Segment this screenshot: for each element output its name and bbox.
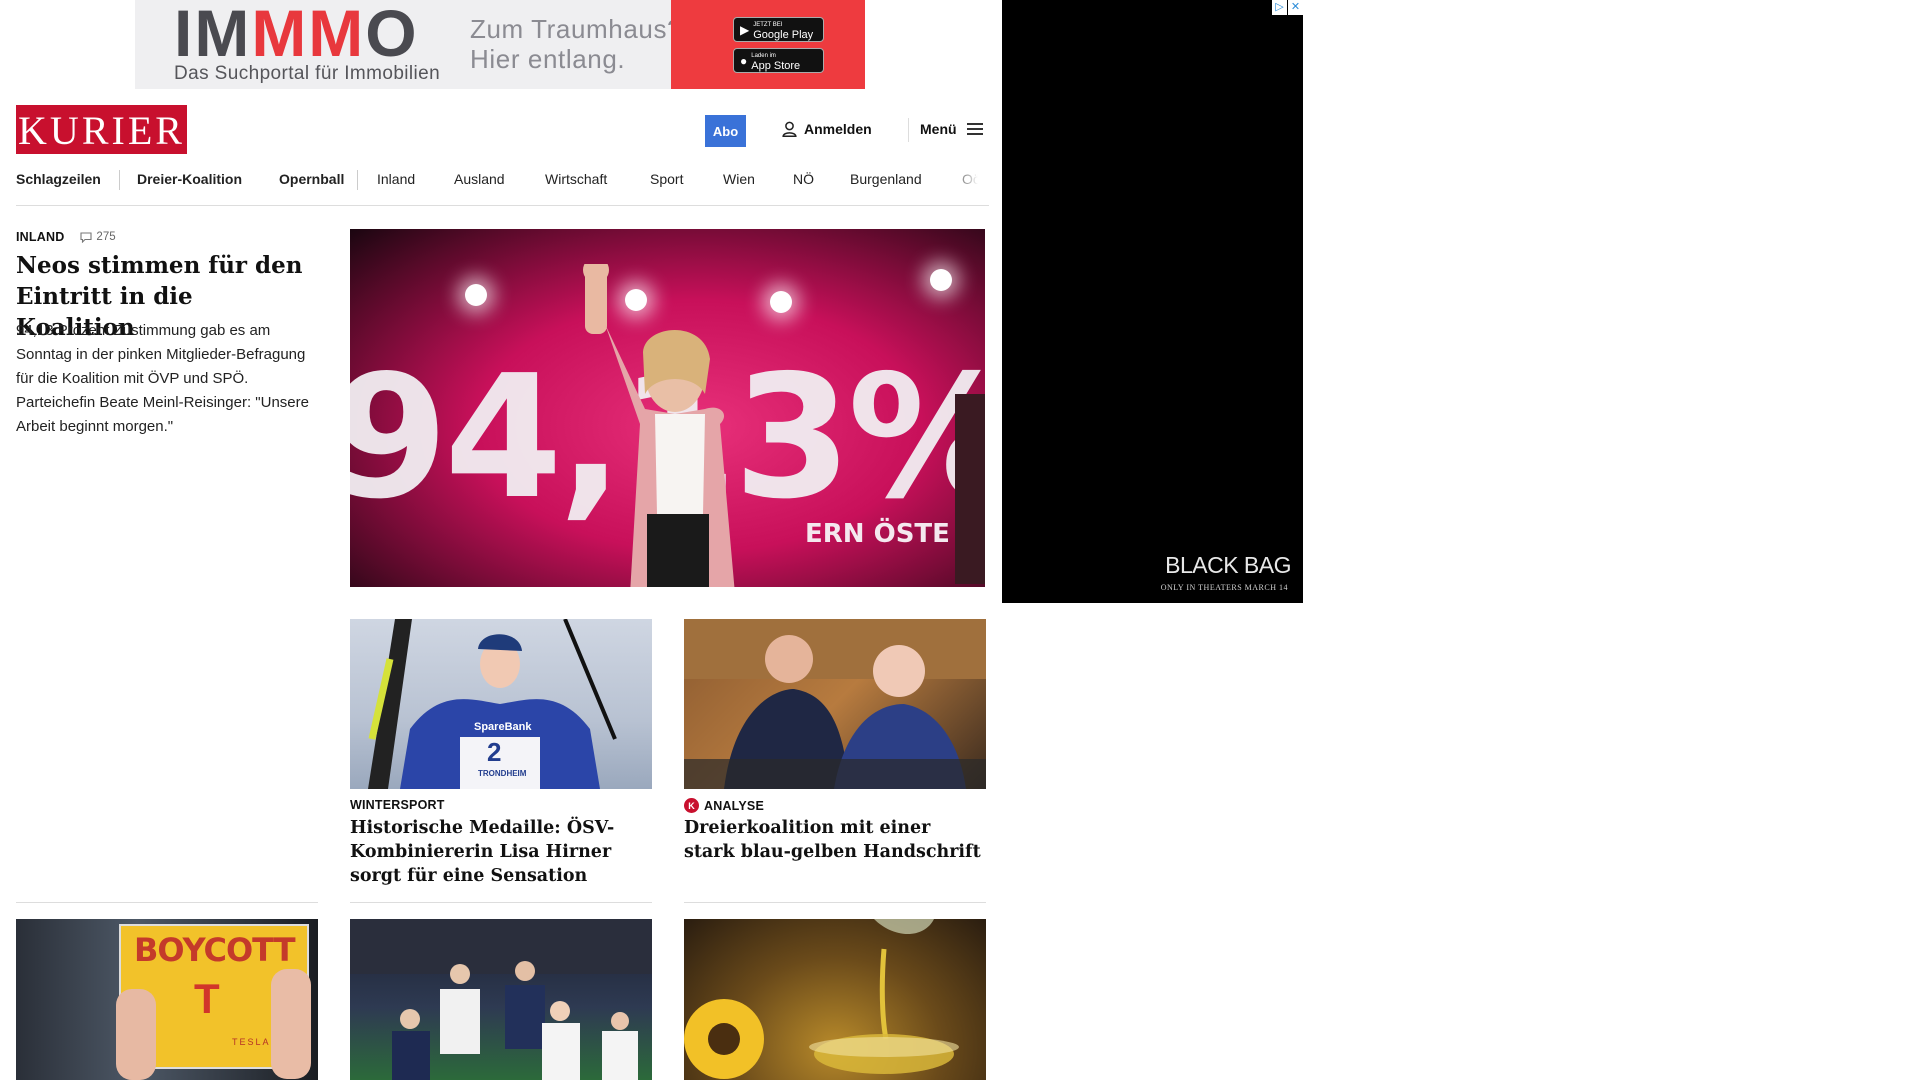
nav-item-opernball[interactable]: Opernball xyxy=(279,166,344,205)
ad-subline: Das Suchportal für Immobilien xyxy=(174,63,441,84)
row-divider xyxy=(684,902,986,903)
nav-item-wien[interactable]: Wien xyxy=(723,166,755,205)
nav-item-schlagzeilen[interactable]: Schlagzeilen xyxy=(16,166,101,205)
login-label: Anmelden xyxy=(804,121,872,137)
google-play-button[interactable]: ▶ JETZT BEI Google Play xyxy=(733,17,824,42)
tesla-wordmark: TESLA xyxy=(232,1037,271,1047)
olive-oil-illustration xyxy=(684,919,959,1079)
side-ad[interactable]: ▷ ✕ BLACK BAG ONLY IN THEATERS MARCH 14 xyxy=(1002,0,1303,603)
comment-count[interactable]: 275 xyxy=(80,231,116,243)
ad-choices: ▷ ✕ xyxy=(1272,0,1303,15)
story-image-oil[interactable] xyxy=(684,919,986,1080)
chevron-right-icon[interactable]: › xyxy=(966,166,989,192)
menu-button[interactable]: Menü xyxy=(920,121,983,137)
lead-teaser[interactable]: 94,13 Prozent Zustimmung gab es am Sonnt… xyxy=(16,319,316,439)
close-icon[interactable]: ✕ xyxy=(1288,0,1303,15)
ad-claim: Zum Traumhaus? Hier entlang. xyxy=(470,14,683,74)
comment-count-value: 275 xyxy=(96,231,116,243)
kicker-wintersport[interactable]: WINTERSPORT xyxy=(350,798,445,812)
play-store-icon: ▶ xyxy=(740,22,750,37)
story-headline[interactable]: Dreierkoalition mit einer stark blau-gel… xyxy=(684,816,984,864)
nav-item-inland[interactable]: Inland xyxy=(377,166,415,205)
adchoices-icon[interactable]: ▷ xyxy=(1272,0,1287,15)
nav-item-noe[interactable]: NÖ xyxy=(793,166,814,205)
lead-kicker[interactable]: INLAND xyxy=(16,230,64,244)
row-divider xyxy=(16,902,318,903)
login-button[interactable]: Anmelden xyxy=(782,121,872,137)
stage-light xyxy=(930,269,952,291)
politician-figure xyxy=(583,264,735,587)
menu-label: Menü xyxy=(920,121,957,137)
ad-subtitle: ONLY IN THEATERS MARCH 14 xyxy=(1160,583,1288,592)
section-nav: Schlagzeilen Dreier-Koalition Opernball … xyxy=(16,166,989,206)
bib-number: 2 xyxy=(487,737,502,767)
story-headline[interactable]: Historische Medaille: ÖSV-Kombiniererin … xyxy=(350,816,650,888)
row-divider xyxy=(350,902,652,903)
kicker-analyse[interactable]: ANALYSE xyxy=(704,799,764,813)
stage-light xyxy=(770,291,792,313)
nav-item-burgenland[interactable]: Burgenland xyxy=(850,166,922,205)
backdrop-text: ERN ÖSTE xyxy=(805,519,950,549)
user-icon xyxy=(782,121,797,137)
abo-button[interactable]: Abo xyxy=(705,115,746,147)
hamburger-icon xyxy=(966,123,983,135)
kurier-analysis-badge-icon: K xyxy=(684,798,699,813)
hand-right xyxy=(271,969,311,1079)
ad-store-panel: ▶ JETZT BEI Google Play ● Laden im App S… xyxy=(671,0,865,89)
comment-icon xyxy=(80,231,92,243)
story-kicker: WINTERSPORT xyxy=(350,798,445,812)
bib-sponsor: SpareBank xyxy=(474,721,532,733)
nav-divider xyxy=(357,170,358,190)
nav-divider xyxy=(119,170,120,190)
boycott-text: BOYCOTT xyxy=(134,931,296,969)
kurier-logo[interactable]: KURIER xyxy=(16,105,187,154)
nav-item-ausland[interactable]: Ausland xyxy=(454,166,505,205)
header-divider xyxy=(908,118,909,142)
lead-meta: INLAND 275 xyxy=(16,230,116,244)
app-store-button[interactable]: ● Laden im App Store xyxy=(733,48,824,73)
story-image-ski[interactable]: SpareBank 2 TRONDHEIM xyxy=(350,619,652,789)
story-image-football[interactable] xyxy=(350,919,652,1080)
background-person xyxy=(955,394,985,584)
bib-place: TRONDHEIM xyxy=(478,769,527,778)
hand-left xyxy=(116,989,156,1080)
stage-light xyxy=(465,284,487,306)
nav-item-wirtschaft[interactable]: Wirtschaft xyxy=(545,166,607,205)
story-kicker: K ANALYSE xyxy=(684,798,764,813)
ad-title: BLACK BAG xyxy=(1165,552,1291,578)
immmo-logo: IMMMO xyxy=(174,0,419,70)
top-banner-ad[interactable]: IMMMO Das Suchportal für Immobilien Zum … xyxy=(135,0,865,89)
football-players-illustration xyxy=(350,919,652,1080)
nav-item-sport[interactable]: Sport xyxy=(650,166,683,205)
politicians-illustration xyxy=(684,619,986,789)
apple-icon: ● xyxy=(740,53,748,68)
story-image-parliament[interactable] xyxy=(684,619,986,789)
lead-image[interactable]: 94,13% ERN ÖSTE xyxy=(350,229,985,587)
tesla-logo-icon: T xyxy=(194,975,220,1022)
story-image-boycott[interactable]: BOYCOTT T TESLA xyxy=(16,919,318,1080)
nav-item-dreier-koalition[interactable]: Dreier-Koalition xyxy=(137,166,242,205)
